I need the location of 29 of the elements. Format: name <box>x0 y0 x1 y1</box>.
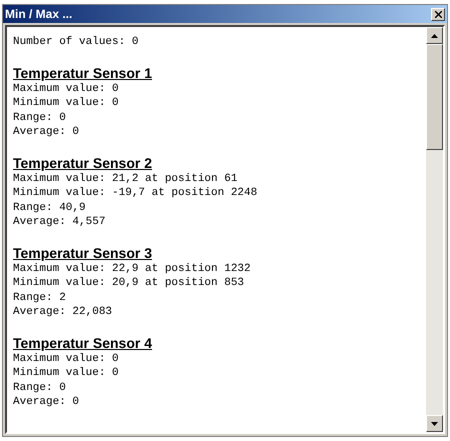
summary-text: Number of values: 0 <box>13 35 138 50</box>
value-line: Average: 0 <box>13 125 80 140</box>
value-line: Minimum value: -19,7 at position 2248 <box>13 186 258 200</box>
value-line: Minimum value: 20,9 at position 853 <box>13 276 244 290</box>
value-line: Average: 4,557 <box>13 215 106 230</box>
value-line: Range: 2 <box>13 290 66 305</box>
section-heading: Temperatur Sensor 3 <box>13 244 152 260</box>
up-arrow-icon <box>431 34 438 38</box>
scrollbar-thumb[interactable] <box>426 44 443 150</box>
value-line: Range: 0 <box>13 110 66 125</box>
scroll-up-button[interactable] <box>426 27 443 44</box>
value-line: Maximum value: 0 <box>13 82 119 96</box>
value-line: Average: 0 <box>13 395 80 410</box>
value-line: Minimum value: 0 <box>13 366 119 380</box>
value-line: Range: 40,9 <box>13 200 86 215</box>
down-arrow-icon <box>431 422 438 426</box>
value-line: Minimum value: 0 <box>13 96 119 110</box>
window-title: Min / Max ... <box>5 8 72 20</box>
value-line: Average: 22,083 <box>13 305 112 320</box>
section-heading: Temperatur Sensor 2 <box>13 154 152 170</box>
value-line: Range: 0 <box>13 380 66 395</box>
close-icon <box>434 10 442 18</box>
scroll-down-button[interactable] <box>426 415 443 432</box>
value-line: Maximum value: 22,9 at position 1232 <box>13 262 251 276</box>
value-line: Maximum value: 21,2 at position 61 <box>13 172 238 186</box>
section-heading: Temperatur Sensor 4 <box>13 334 152 350</box>
value-line: Maximum value: 0 <box>13 352 119 366</box>
section-heading: Temperatur Sensor 1 <box>13 64 152 80</box>
close-button[interactable] <box>431 8 445 20</box>
